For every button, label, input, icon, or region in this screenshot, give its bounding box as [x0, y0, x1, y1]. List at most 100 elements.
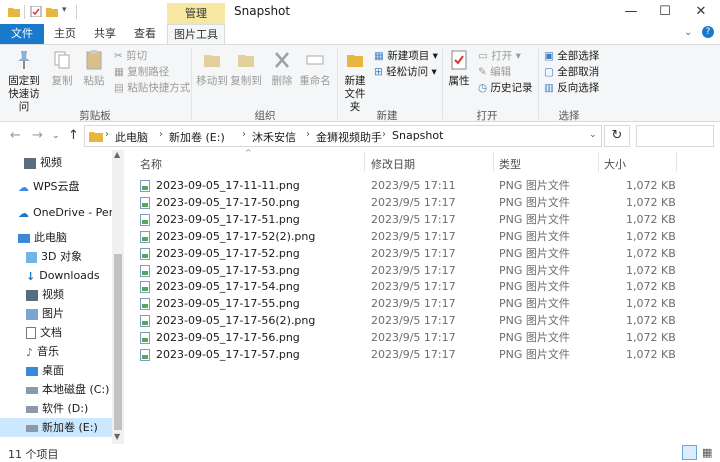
large-icons-view-icon[interactable]: ▦ [702, 446, 712, 459]
paste-button[interactable]: 粘贴 [78, 49, 110, 88]
invert-selection-button[interactable]: ▥ 反向选择 [544, 81, 599, 95]
help-icon[interactable]: ? [702, 26, 714, 38]
select-all-button[interactable]: ▣ 全部选择 [544, 49, 599, 63]
breadcrumb-drive-e[interactable]: 新加卷 (E:) [169, 129, 225, 145]
column-header-date[interactable]: 修改日期 [371, 156, 415, 172]
scissors-icon: ✂ [114, 50, 123, 62]
copy-path-label: 复制路径 [127, 66, 170, 78]
file-row[interactable]: 2023-09-05_17-17-52(2).png 2023/9/5 17:17… [136, 228, 676, 245]
new-folder-icon[interactable] [46, 6, 58, 17]
breadcrumb-chevron-icon[interactable]: › [306, 129, 310, 140]
breadcrumb-chevron-icon[interactable]: › [382, 129, 386, 140]
nav-item-documents[interactable]: 文档 [0, 323, 112, 342]
tab-share[interactable]: 共享 [86, 24, 124, 44]
nav-item-wps-cloud[interactable]: ☁ WPS云盘 [0, 177, 112, 196]
nav-item-drive-e[interactable]: 新加卷 (E:) [0, 418, 112, 437]
search-input[interactable] [636, 125, 714, 147]
breadcrumb-chevron-icon[interactable]: › [242, 129, 246, 140]
nav-item-this-pc[interactable]: 此电脑 [0, 228, 112, 247]
nav-item-onedrive[interactable]: ☁ OneDrive - Perso [0, 203, 112, 222]
open-icon: ▭ [478, 50, 488, 62]
tab-manage[interactable]: 管理 [167, 3, 225, 24]
breadcrumb-chevron-icon[interactable]: › [159, 129, 163, 140]
back-arrow-icon[interactable]: ← [10, 128, 21, 143]
properties-icon [451, 50, 467, 70]
file-row[interactable]: 2023-09-05_17-11-11.png 2023/9/5 17:11 PNG… [136, 177, 676, 194]
file-row[interactable]: 2023-09-05_17-17-57.png 2023/9/5 17:17 PNG… [136, 346, 676, 363]
tab-view[interactable]: 查看 [126, 24, 164, 44]
address-dropdown-icon[interactable]: ⌄ [589, 130, 597, 140]
open-button[interactable]: ▭ 打开 ▾ [478, 49, 521, 63]
rename-button[interactable]: 重命名 [298, 49, 332, 88]
refresh-button[interactable]: ↻ [604, 125, 630, 147]
select-all-icon: ▣ [544, 50, 554, 62]
ribbon-collapse-icon[interactable]: ⌄ [684, 27, 692, 38]
copy-path-button[interactable]: ▦ 复制路径 [114, 65, 169, 79]
tab-picture-tools[interactable]: 图片工具 [167, 24, 225, 44]
column-header-name[interactable]: 名称 [140, 156, 162, 172]
breadcrumb-muhe[interactable]: 沐禾安信 [252, 129, 296, 145]
rename-label: 重命名 [299, 75, 331, 87]
scroll-down-icon[interactable]: ▼ [114, 432, 120, 441]
nav-item-downloads[interactable]: ↓ Downloads [0, 266, 112, 285]
file-row[interactable]: 2023-09-05_17-17-56(2).png 2023/9/5 17:17… [136, 312, 676, 329]
navpane-scroll-thumb[interactable] [114, 254, 122, 430]
select-none-button[interactable]: ▢ 全部取消 [544, 65, 599, 79]
file-row[interactable]: 2023-09-05_17-17-53.png 2023/9/5 17:17 PNG… [136, 262, 676, 279]
pin-quick-access-button[interactable]: 固定到快速访问 [4, 49, 44, 114]
column-header-type[interactable]: 类型 [499, 156, 521, 172]
breadcrumb-this-pc[interactable]: 此电脑 [115, 129, 148, 145]
nav-item-drive-d[interactable]: 软件 (D:) [0, 399, 112, 418]
easy-access-label: 轻松访问 [386, 66, 429, 78]
copy-to-button[interactable]: 复制到 [229, 49, 263, 88]
properties-icon[interactable] [30, 6, 42, 17]
nav-item-label: 软件 (D:) [42, 402, 89, 415]
file-row[interactable]: 2023-09-05_17-17-55.png 2023/9/5 17:17 PNG… [136, 295, 676, 312]
nav-item-drive-c[interactable]: 本地磁盘 (C:) [0, 380, 112, 399]
column-header-size[interactable]: 大小 [604, 156, 626, 172]
forward-arrow-icon[interactable]: → [32, 128, 43, 143]
nav-item-videos-quick[interactable]: 视频 [0, 153, 112, 172]
breadcrumb-snapshot[interactable]: Snapshot [392, 129, 443, 142]
properties-button[interactable]: 属性 [444, 49, 474, 88]
nav-item-desktop[interactable]: 桌面 [0, 361, 112, 380]
png-file-icon [140, 349, 150, 361]
recent-locations-icon[interactable]: ⌄ [52, 131, 60, 141]
new-folder-button[interactable]: 新建文件夹 [340, 49, 370, 114]
file-row[interactable]: 2023-09-05_17-17-56.png 2023/9/5 17:17 PNG… [136, 329, 676, 346]
edit-button[interactable]: ✎ 编辑 [478, 65, 511, 79]
new-item-button[interactable]: ▦ 新建项目 ▾ [374, 49, 438, 63]
file-row[interactable]: 2023-09-05_17-17-54.png 2023/9/5 17:17 PNG… [136, 278, 676, 295]
file-row[interactable]: 2023-09-05_17-17-52.png 2023/9/5 17:17 PNG… [136, 245, 676, 262]
file-row[interactable]: 2023-09-05_17-17-50.png 2023/9/5 17:17 PNG… [136, 194, 676, 211]
nav-item-3d-objects[interactable]: 3D 对象 [0, 247, 112, 266]
file-size: 1,072 KB [626, 246, 676, 260]
scroll-up-icon[interactable]: ▲ [114, 150, 120, 159]
breadcrumb-chevron-icon[interactable]: › [105, 129, 109, 140]
maximize-button[interactable]: ☐ [648, 0, 682, 24]
file-name: 2023-09-05_17-17-53.png [156, 263, 300, 277]
qat-dropdown-icon[interactable]: ▾ [62, 5, 67, 15]
tab-file[interactable]: 文件 [0, 24, 44, 44]
nav-item-pictures[interactable]: 图片 [0, 304, 112, 323]
png-file-icon [140, 230, 150, 243]
copy-button[interactable]: 复制 [46, 49, 78, 88]
minimize-button[interactable]: — [614, 0, 648, 24]
details-view-icon[interactable] [682, 445, 697, 460]
move-to-button[interactable]: 移动到 [195, 49, 229, 88]
cut-button[interactable]: ✂ 剪切 [114, 49, 147, 63]
paste-shortcut-button[interactable]: ▤ 粘贴快捷方式 [114, 81, 190, 95]
up-arrow-icon[interactable]: ↑ [68, 128, 79, 143]
open-label: 打开 [491, 50, 513, 62]
easy-access-button[interactable]: ⊞ 轻松访问 ▾ [374, 65, 437, 79]
nav-item-music[interactable]: ♪ 音乐 [0, 342, 112, 361]
close-button[interactable]: ✕ [684, 0, 718, 24]
delete-button[interactable]: 删除 [268, 49, 296, 88]
nav-item-videos[interactable]: 视频 [0, 285, 112, 304]
tab-home[interactable]: 主页 [46, 24, 84, 44]
file-row[interactable]: 2023-09-05_17-17-51.png 2023/9/5 17:17 PNG… [136, 211, 676, 228]
history-button[interactable]: ◷ 历史记录 [478, 81, 533, 95]
address-bar[interactable]: › 此电脑 › 新加卷 (E:) › 沐禾安信 › 金狮视频助手 › Snaps… [84, 125, 602, 147]
paste-shortcut-icon: ▤ [114, 82, 124, 94]
breadcrumb-video-helper[interactable]: 金狮视频助手 [316, 129, 382, 145]
